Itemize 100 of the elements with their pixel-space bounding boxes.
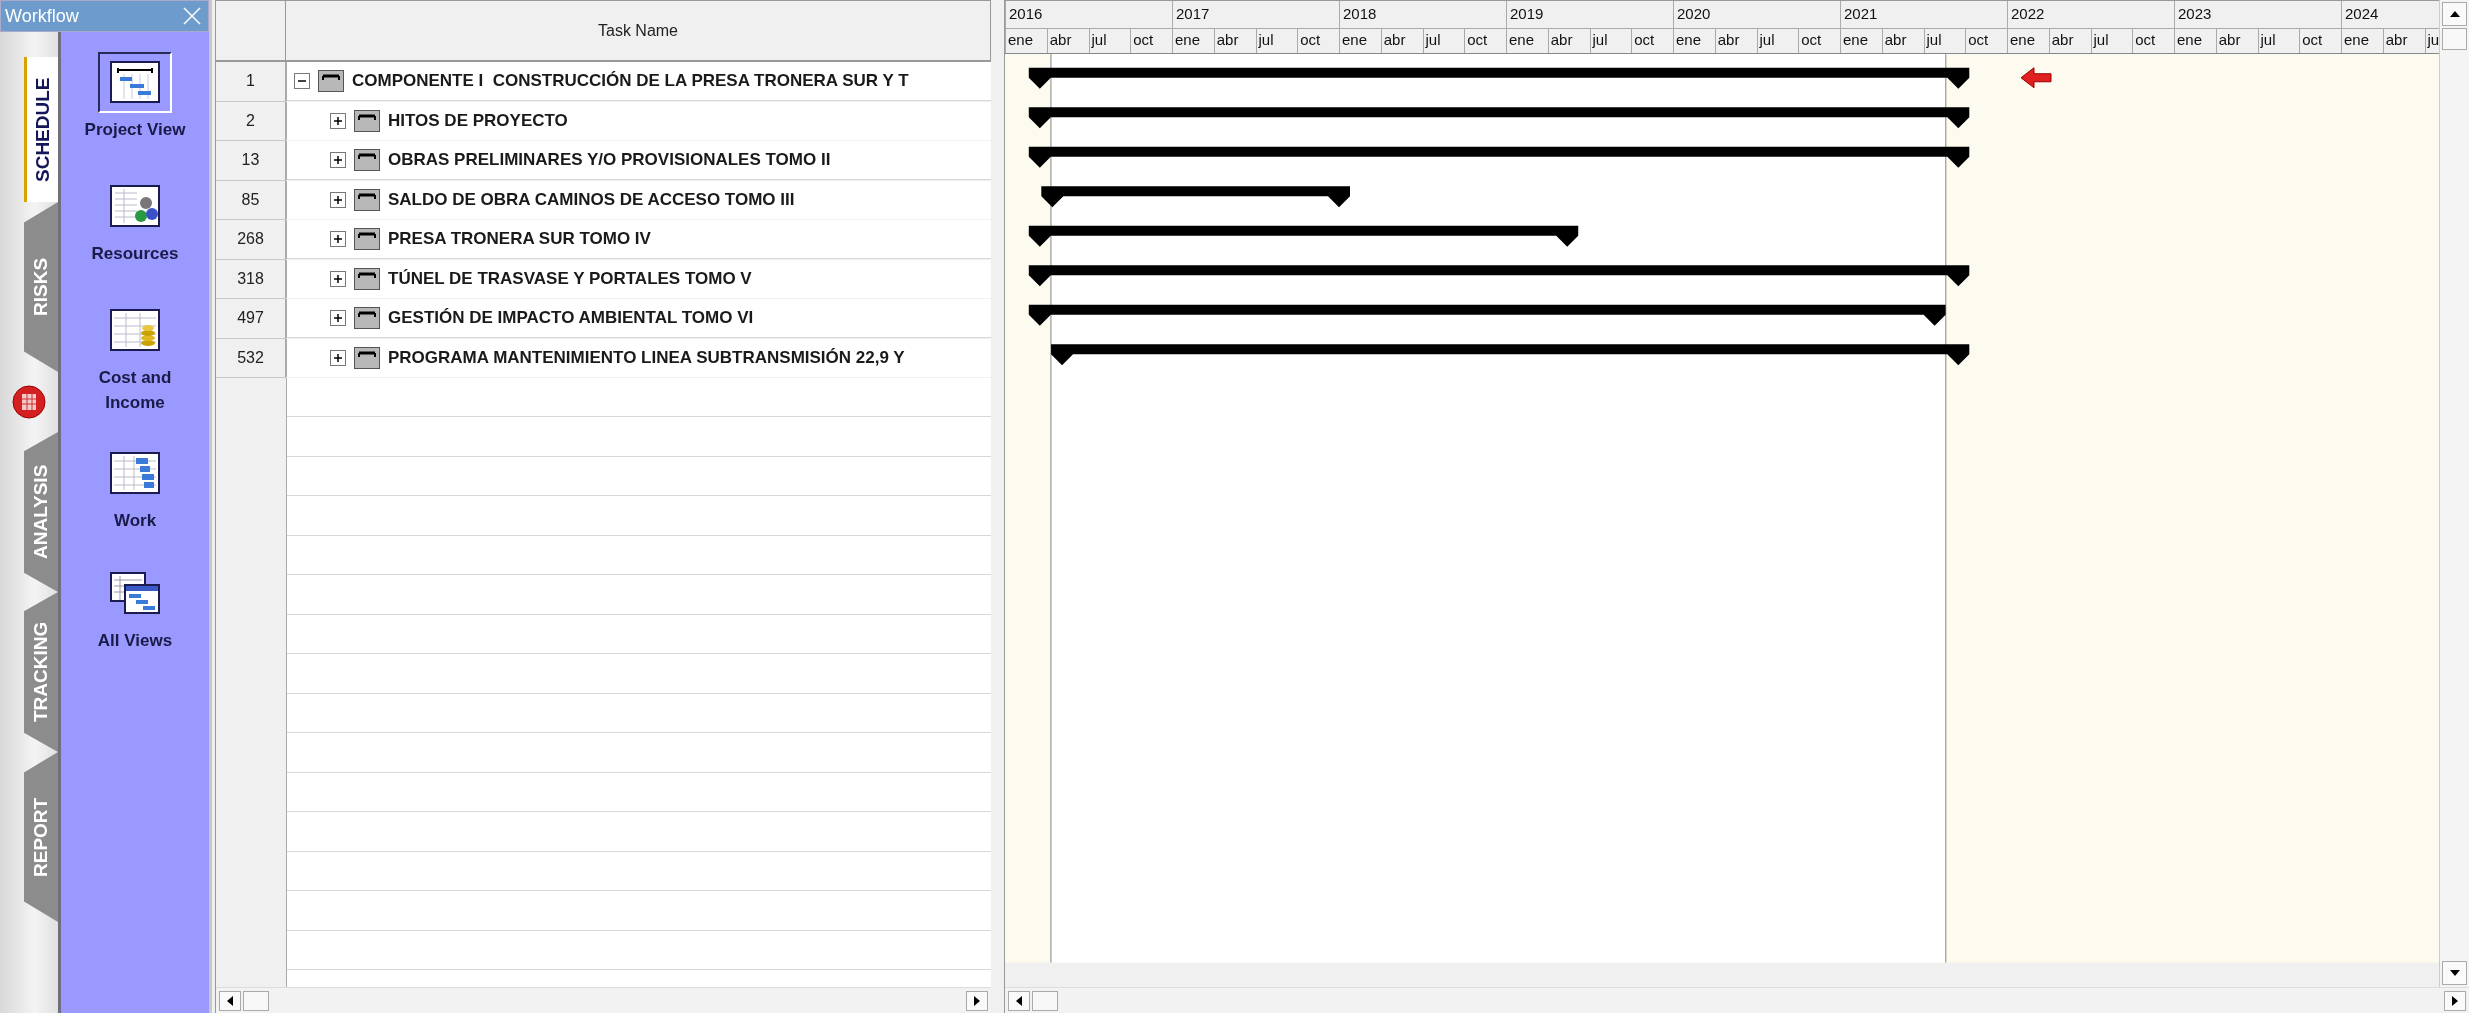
left-triangle-icon <box>1015 995 1023 1006</box>
month-label: jul <box>1592 31 1608 48</box>
row-number: 532 <box>216 338 286 378</box>
summary-task-icon <box>354 228 380 251</box>
summary-task-icon <box>354 267 380 290</box>
row-number: 497 <box>216 299 286 339</box>
row-number: 85 <box>216 180 286 220</box>
scroll-right-button[interactable] <box>966 990 988 1011</box>
scrollbar-thumb[interactable] <box>1032 990 1058 1011</box>
summary-bar[interactable] <box>1028 265 1970 287</box>
year-label: 2016 <box>1009 5 1043 22</box>
right-triangle-icon <box>2451 995 2459 1006</box>
year-label: 2019 <box>1510 5 1544 22</box>
row-number: 13 <box>216 141 286 181</box>
up-triangle-icon <box>2449 10 2460 18</box>
workflow-tab[interactable]: RISKS <box>24 202 58 372</box>
year-label: 2021 <box>1844 5 1878 22</box>
expand-icon[interactable] <box>330 152 346 169</box>
workflow-tab[interactable]: TRACKING <box>24 592 58 752</box>
month-label: oct <box>1300 31 1321 48</box>
summary-bar[interactable] <box>1028 304 1946 326</box>
month-label: ene <box>1175 31 1201 48</box>
summary-task-icon <box>354 188 380 211</box>
month-label: jul <box>1926 31 1942 48</box>
task-name: COMPONENTE I CONSTRUCCIÓN DE LA PRESA TRONERA SUR Y T <box>352 71 909 92</box>
summary-task-icon <box>354 346 380 369</box>
view-button[interactable]: Work <box>70 443 200 533</box>
scrollbar-thumb[interactable] <box>243 990 269 1011</box>
month-label: abr <box>1216 31 1239 48</box>
workflow-tab[interactable]: REPORT <box>24 752 58 922</box>
month-label: abr <box>1383 31 1406 48</box>
task-name: GESTIÓN DE IMPACTO AMBIENTAL TOMO VI <box>388 308 754 329</box>
summary-task-icon <box>354 307 380 330</box>
summary-task-icon <box>354 109 380 132</box>
month-label: oct <box>1968 31 1989 48</box>
row-number: 1 <box>216 62 286 102</box>
year-label: 2024 <box>2345 5 2379 22</box>
month-label: oct <box>2135 31 2156 48</box>
expand-icon[interactable] <box>330 191 346 208</box>
month-label: abr <box>2218 31 2241 48</box>
month-label: jul <box>1759 31 1775 48</box>
month-label: ene <box>1843 31 1869 48</box>
collapse-icon[interactable] <box>294 73 310 90</box>
view-button[interactable]: All Views <box>70 563 200 653</box>
year-label: 2023 <box>2178 5 2212 22</box>
month-label: oct <box>2302 31 2323 48</box>
scroll-right-button[interactable] <box>2444 990 2466 1011</box>
scroll-down-button[interactable] <box>2442 961 2467 985</box>
year-label: 2022 <box>2011 5 2045 22</box>
month-label: abr <box>1717 31 1740 48</box>
summary-bar[interactable] <box>1028 67 1970 89</box>
month-label: jul <box>1258 31 1274 48</box>
scroll-left-button[interactable] <box>1008 990 1030 1011</box>
task-name: HITOS DE PROYECTO <box>388 110 568 131</box>
year-label: 2018 <box>1343 5 1377 22</box>
month-label: ene <box>1676 31 1702 48</box>
summary-task-icon <box>318 70 344 93</box>
people-table-icon <box>110 185 160 228</box>
view-button[interactable]: Resources <box>70 176 200 266</box>
expand-icon[interactable] <box>330 231 346 248</box>
summary-bar[interactable] <box>1028 146 1970 168</box>
expand-icon[interactable] <box>330 270 346 287</box>
view-button[interactable]: Project View <box>70 52 200 142</box>
scroll-left-button[interactable] <box>219 990 241 1011</box>
row-number: 318 <box>216 259 286 299</box>
expand-icon[interactable] <box>330 112 346 129</box>
down-triangle-icon <box>2449 969 2460 977</box>
month-label: abr <box>1049 31 1072 48</box>
expand-icon[interactable] <box>330 310 346 327</box>
gantt-chart-icon <box>110 61 160 104</box>
month-label: abr <box>1884 31 1907 48</box>
expand-icon[interactable] <box>330 349 346 366</box>
summary-bar[interactable] <box>1028 225 1579 247</box>
row-number: 268 <box>216 220 286 260</box>
task-name: PRESA TRONERA SUR TOMO IV <box>388 229 651 250</box>
summary-bar[interactable] <box>1051 344 1970 366</box>
workflow-tab[interactable]: ANALYSIS <box>24 432 58 592</box>
scrollbar-thumb[interactable] <box>2442 28 2467 50</box>
month-label: oct <box>1467 31 1488 48</box>
month-label: ene <box>1509 31 1535 48</box>
month-label: oct <box>1634 31 1655 48</box>
view-button[interactable]: Cost and Income <box>70 300 200 415</box>
month-label: ene <box>2010 31 2036 48</box>
panel-title: Workflow <box>5 5 79 27</box>
month-label: jul <box>1425 31 1441 48</box>
month-label: ene <box>2344 31 2370 48</box>
summary-bar[interactable] <box>1041 186 1350 208</box>
month-label: ene <box>2177 31 2203 48</box>
windows-icon <box>110 572 160 615</box>
left-arrow-icon[interactable] <box>2020 67 2052 89</box>
task-name: OBRAS PRELIMINARES Y/O PROVISIONALES TOMO II <box>388 150 831 171</box>
workflow-tab[interactable]: SCHEDULE <box>24 57 58 202</box>
scroll-up-button[interactable] <box>2442 2 2467 26</box>
right-triangle-icon <box>973 995 981 1006</box>
calculator-badge-icon[interactable] <box>12 385 46 419</box>
year-label: 2020 <box>1677 5 1711 22</box>
close-icon[interactable] <box>182 6 202 26</box>
bar-table-icon <box>110 452 160 495</box>
month-label: jul <box>2260 31 2276 48</box>
summary-bar[interactable] <box>1028 107 1970 129</box>
